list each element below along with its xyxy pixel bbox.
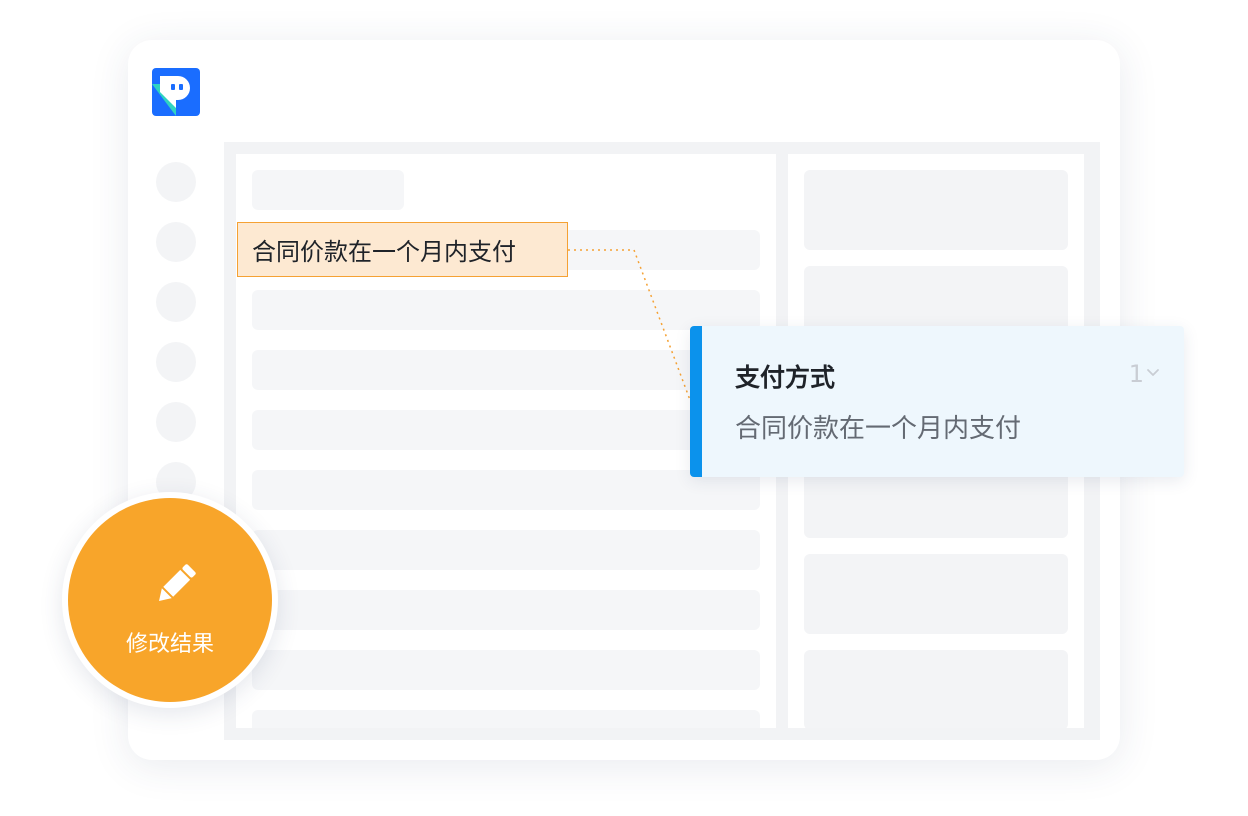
pencil-icon (159, 564, 196, 601)
result-value: 合同价款在一个月内支付 (735, 414, 1022, 444)
nav-item-4[interactable] (156, 342, 196, 382)
edit-button-label: 修改结果 (125, 632, 214, 657)
doc-line-placeholder (252, 650, 760, 690)
result-card[interactable]: 支付方式 合同价款在一个月内支付 1 (690, 326, 1184, 477)
doc-line-placeholder (252, 590, 760, 630)
nav-item-2[interactable] (156, 222, 196, 262)
result-card-accent-bar (690, 326, 702, 477)
result-card-placeholder (804, 650, 1068, 728)
doc-title-placeholder (252, 170, 404, 210)
result-card-placeholder (804, 554, 1068, 634)
doc-line-placeholder (252, 710, 760, 728)
chevron-down-icon[interactable] (1146, 368, 1160, 378)
doc-line-placeholder (252, 350, 760, 390)
nav-item-5[interactable] (156, 402, 196, 442)
result-count: 1 (1128, 360, 1144, 388)
doc-line-placeholder (252, 530, 760, 570)
edit-result-button[interactable]: 修改结果 (62, 492, 278, 708)
doc-line-placeholder (252, 410, 760, 450)
highlighted-clause-text: 合同价款在一个月内支付 (252, 238, 516, 266)
app-logo-icon[interactable] (152, 68, 200, 116)
doc-line-placeholder (252, 470, 760, 510)
nav-item-3[interactable] (156, 282, 196, 322)
edit-button-face: 修改结果 (68, 498, 272, 702)
highlighted-clause[interactable]: 合同价款在一个月内支付 (237, 222, 568, 277)
result-title: 支付方式 (735, 363, 836, 392)
doc-line-placeholder (252, 290, 760, 330)
result-card-placeholder (804, 170, 1068, 250)
nav-item-1[interactable] (156, 162, 196, 202)
